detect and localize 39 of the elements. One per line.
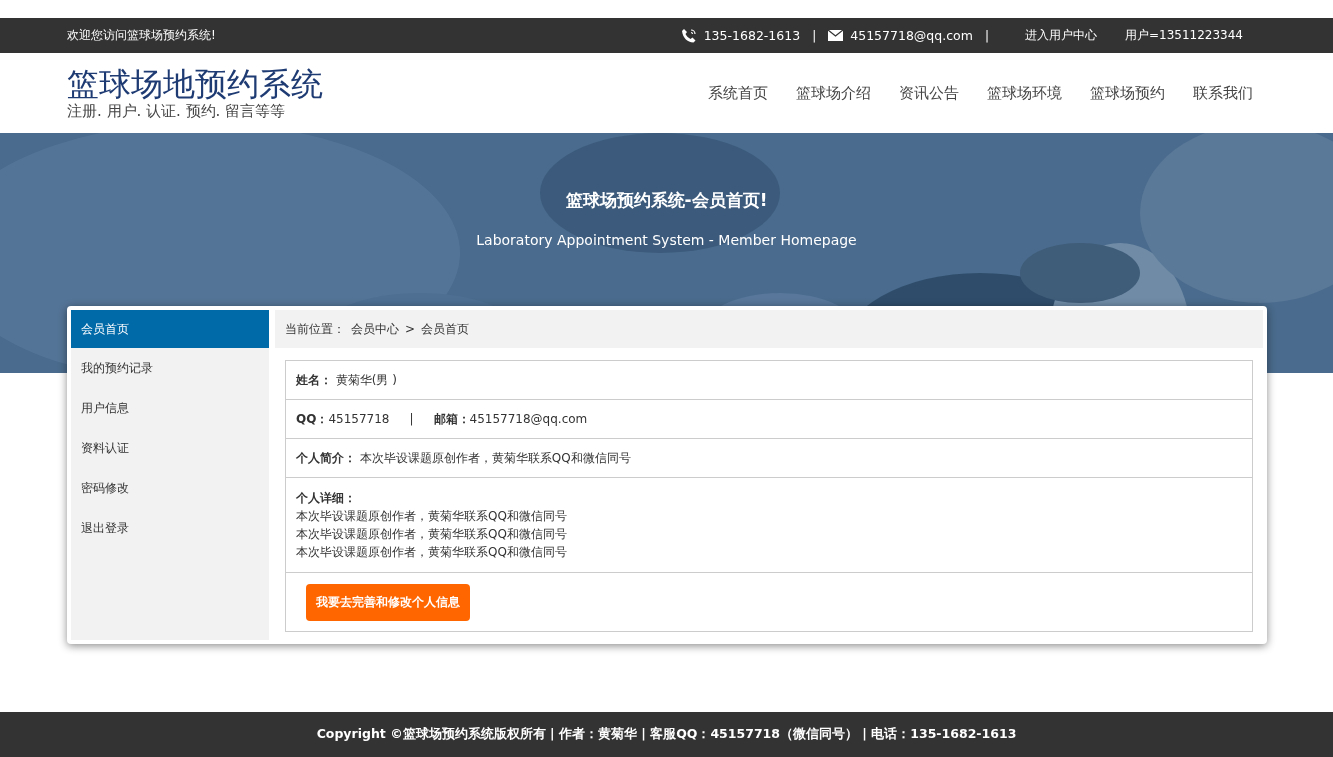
nav-link[interactable]: 资讯公告 — [899, 83, 959, 103]
site-title: 篮球场地预约系统 — [67, 66, 323, 102]
separator: | — [984, 28, 989, 43]
email-address: 45157718@qq.com — [850, 28, 973, 43]
user-center-link[interactable]: 进入用户中心 — [1024, 27, 1097, 44]
banner-subtitle: Laboratory Appointment System - Member Homepage — [476, 232, 857, 248]
site-subtitle: 注册. 用户. 认证. 预约. 留言等等 — [67, 102, 287, 120]
banner-title: 篮球场预约系统-会员首页! — [565, 189, 768, 212]
sidebar-item[interactable]: 我的预约记录 — [71, 348, 269, 388]
email-text: 邮箱：45157718@qq.com — [433, 410, 588, 428]
detail-line: 本次毕设课题原创作者，黄菊华联系QQ和微信同号 — [296, 526, 567, 543]
copyright-text: Copyright ©篮球场预约系统版权所有 | 作者：黄菊华 | 客服QQ：45157718（微信同号） | 电话：135-1682-1613 — [316, 726, 1017, 743]
qq-text: QQ：45157718 — [296, 410, 390, 428]
sidebar-item[interactable]: 资料认证 — [71, 428, 269, 468]
separator: | — [409, 412, 414, 426]
sidebar-item[interactable]: 会员首页 — [71, 310, 269, 348]
welcome-text: 欢迎您访问篮球场预约系统! — [67, 27, 216, 44]
sidebar-item[interactable]: 用户信息 — [71, 388, 269, 428]
detail-line: 本次毕设课题原创作者，黄菊华联系QQ和微信同号 — [296, 544, 567, 561]
breadcrumb-link[interactable]: 会员首页 — [421, 320, 470, 338]
sidebar-item[interactable]: 密码修改 — [71, 468, 269, 508]
sidebar-item[interactable]: 退出登录 — [71, 508, 269, 548]
nav-link[interactable]: 篮球场环境 — [987, 83, 1062, 103]
mail-icon — [828, 30, 844, 41]
breadcrumb-link[interactable]: 会员中心 — [351, 320, 399, 338]
nav-link[interactable]: 篮球场介绍 — [796, 83, 871, 103]
detail-label: 个人详细： — [296, 490, 356, 507]
nav-link[interactable]: 联系我们 — [1193, 83, 1253, 103]
separator: | — [812, 28, 817, 43]
user-account: 用户=13511223344 — [1124, 27, 1243, 44]
nav-link[interactable]: 篮球场预约 — [1090, 83, 1165, 103]
intro-text: 个人简介： 本次毕设课题原创作者，黄菊华联系QQ和微信同号 — [296, 449, 631, 467]
phone-icon — [680, 27, 697, 44]
location-label: 当前位置： — [285, 320, 345, 338]
detail-line: 本次毕设课题原创作者，黄菊华联系QQ和微信同号 — [296, 508, 567, 525]
name-text: 姓名： 黄菊华(男 ) — [296, 371, 397, 389]
breadcrumb-separator: > — [405, 322, 416, 336]
nav-link[interactable]: 系统首页 — [708, 83, 768, 103]
phone-number: 135-1682-1613 — [703, 28, 801, 43]
